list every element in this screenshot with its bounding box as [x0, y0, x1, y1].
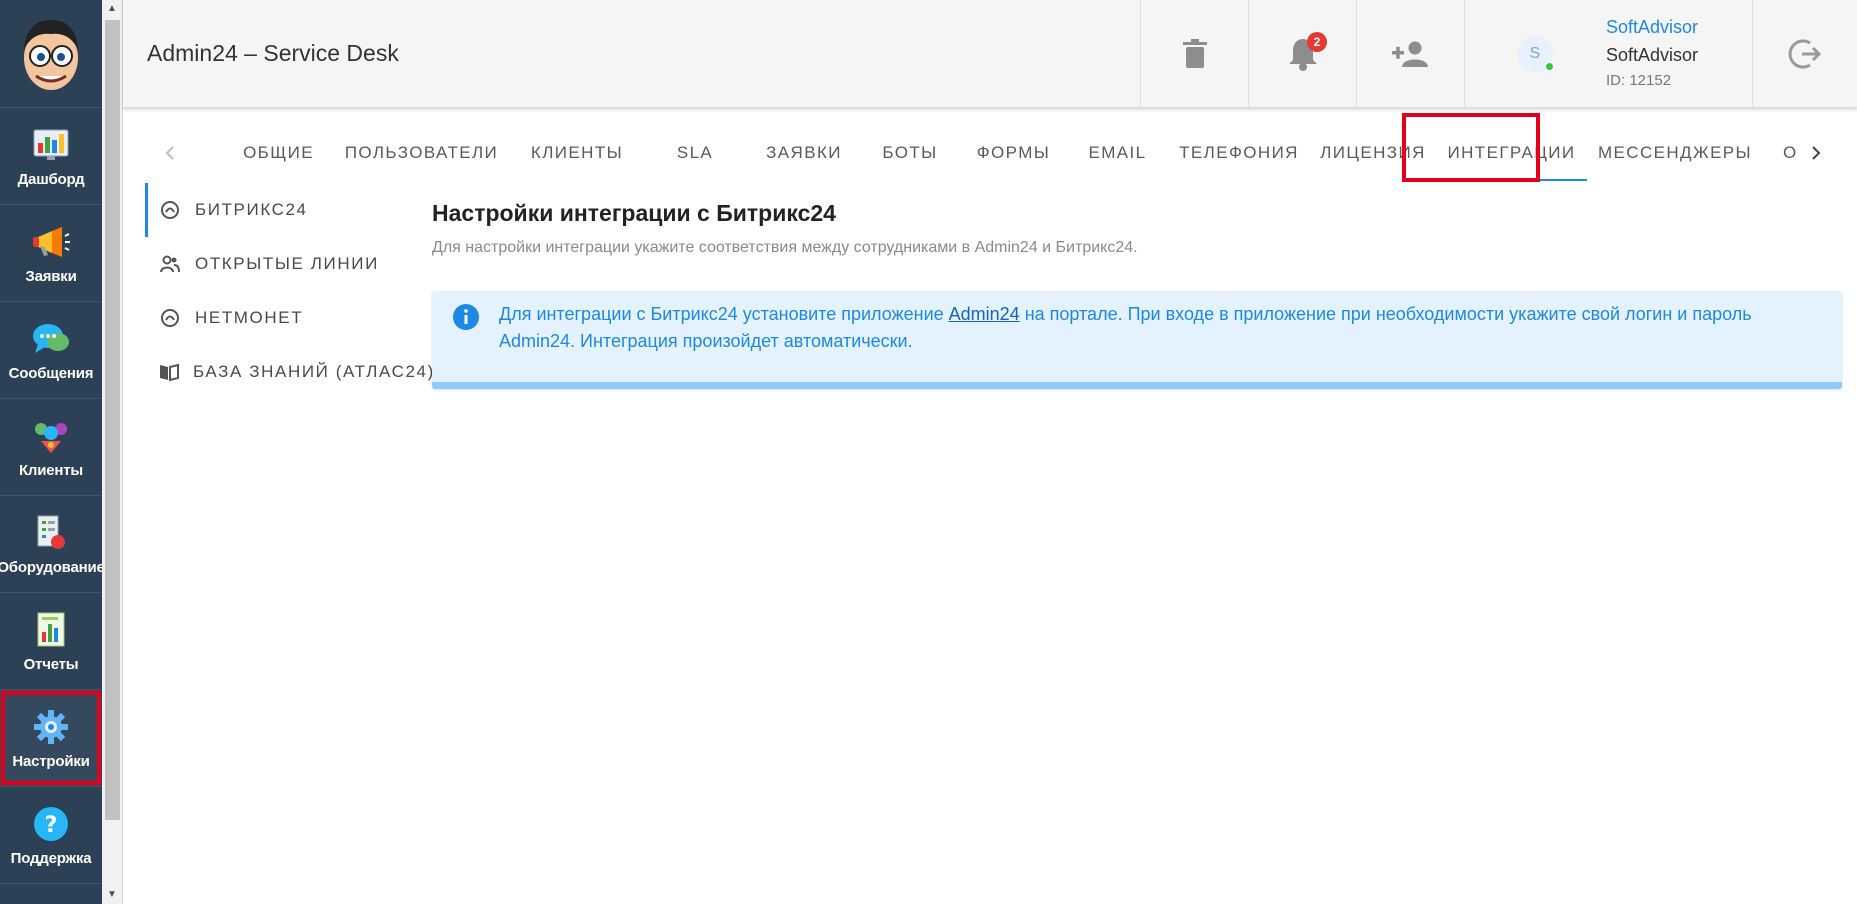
page-title: Настройки интеграции с Битрикс24: [432, 200, 836, 226]
tab-bots[interactable]: БОТЫ: [860, 125, 960, 181]
svg-text:?: ?: [45, 813, 58, 838]
trash-icon: [1182, 39, 1207, 68]
app-title: Admin24 – Service Desk: [147, 40, 399, 66]
tab-messengers[interactable]: МЕССЕНДЖЕРЫ: [1587, 125, 1763, 181]
sidebar-item-support[interactable]: ? Поддержка: [0, 787, 102, 884]
user-profile[interactable]: S SoftAdvisor SoftAdvisor ID: 12152: [1464, 0, 1752, 108]
sidebar-item-label: Клиенты: [18, 461, 84, 479]
integration-content: Настройки интеграции с Битрикс24 Для нас…: [432, 200, 1842, 389]
subnav-item-bitrix24[interactable]: БИТРИКС24: [145, 183, 415, 237]
logo[interactable]: [0, 0, 102, 108]
subnav-item-label: БАЗА ЗНАНИЙ (АТЛАС24): [193, 362, 435, 381]
tab-sla[interactable]: SLA: [642, 125, 748, 181]
scroll-down-arrow-icon[interactable]: ▼: [102, 886, 122, 904]
user-name: SoftAdvisor: [1606, 45, 1699, 65]
sidebar-item-more[interactable]: [0, 884, 102, 904]
tab-clients[interactable]: КЛИЕНТЫ: [512, 125, 642, 181]
integrations-menu: БИТРИКС24 ОТКРЫТЫЕ ЛИНИИ НЕТМОНЕТ БАЗА З…: [145, 183, 433, 399]
sidebar-item-reports[interactable]: Отчеты: [0, 593, 102, 690]
app-root: Дашборд Заявки Сообщения Клиенты Оборудо: [0, 0, 1857, 904]
sidebar-item-messages[interactable]: Сообщения: [0, 302, 102, 399]
notification-count-badge: 2: [1307, 32, 1327, 52]
avatar-letter: S: [1529, 45, 1541, 62]
subnav-item-netmonet[interactable]: НЕТМОНЕТ: [145, 291, 415, 345]
sidebar-item-dashboard[interactable]: Дашборд: [0, 108, 102, 205]
tab-telephony[interactable]: ТЕЛЕФОНИЯ: [1168, 125, 1310, 181]
tab-users[interactable]: ПОЛЬЗОВАТЕЛИ: [331, 125, 512, 181]
tab-requests[interactable]: ЗАЯВКИ: [748, 125, 860, 181]
avatar[interactable]: S: [1517, 36, 1554, 72]
subnav-item-label: БИТРИКС24: [195, 200, 308, 219]
user-id: ID: 12152: [1606, 72, 1672, 89]
people-icon: [159, 253, 181, 275]
help-icon: ?: [31, 804, 71, 844]
user-name-link[interactable]: SoftAdvisor: [1606, 17, 1698, 38]
subnav-item-label: НЕТМОНЕТ: [195, 308, 304, 327]
top-header: Admin24 – Service Desk 2 S SoftAdvisor S…: [123, 0, 1857, 108]
info-icon: [453, 304, 479, 330]
dashboard-icon: [31, 125, 71, 165]
alert-bottom-bar: [432, 382, 1842, 389]
megaphone-icon: [31, 222, 71, 262]
reports-icon: [31, 610, 71, 650]
sidebar-item-label: Поддержка: [10, 849, 92, 867]
subnav-item-open-lines[interactable]: ОТКРЫТЫЕ ЛИНИИ: [145, 237, 415, 291]
add-user-icon: [1391, 41, 1428, 67]
admin24-app-link[interactable]: Admin24: [949, 304, 1020, 324]
sidebar-item-label: Сообщения: [8, 364, 94, 382]
tab-license[interactable]: ЛИЦЕНЗИЯ: [1310, 125, 1436, 181]
bitrix-icon: [159, 307, 181, 329]
sidebar-item-label: Дашборд: [17, 170, 85, 188]
sidebar-item-requests[interactable]: Заявки: [0, 205, 102, 302]
add-user-button[interactable]: [1356, 0, 1464, 108]
scroll-up-arrow-icon[interactable]: ▲: [102, 0, 122, 18]
logout-button[interactable]: [1752, 0, 1857, 108]
online-status-dot: [1545, 62, 1554, 71]
alert-text: Для интеграции с Битрикс24 установите пр…: [499, 301, 1802, 355]
tab-open-truncated[interactable]: ОТКР: [1763, 125, 1798, 181]
equipment-icon: [31, 513, 71, 553]
chevron-left-icon: [165, 146, 174, 160]
tab-email[interactable]: EMAIL: [1067, 125, 1168, 181]
tabs-scroll-left-button[interactable]: [152, 125, 188, 181]
bitrix-icon: [159, 199, 181, 221]
sidebar-item-label: Настройки: [12, 752, 90, 770]
tab-forms[interactable]: ФОРМЫ: [960, 125, 1067, 181]
sidebar-item-equipment[interactable]: Оборудование: [0, 496, 102, 593]
sidebar-item-clients[interactable]: Клиенты: [0, 399, 102, 496]
notifications-button[interactable]: 2: [1248, 0, 1356, 108]
sidebar-item-label: Заявки: [25, 267, 77, 285]
tabs-strip: ОБЩИЕ ПОЛЬЗОВАТЕЛИ КЛИЕНТЫ SLA ЗАЯВКИ БО…: [188, 125, 1798, 181]
alert-text-before: Для интеграции с Битрикс24 установите пр…: [499, 304, 949, 324]
scrollbar-thumb[interactable]: [105, 20, 120, 820]
sidebar-item-settings[interactable]: Настройки: [0, 690, 102, 787]
settings-tabs: ОБЩИЕ ПОЛЬЗОВАТЕЛИ КЛИЕНТЫ SLA ЗАЯВКИ БО…: [152, 125, 1834, 181]
sidebar: Дашборд Заявки Сообщения Клиенты Оборудо: [0, 0, 102, 904]
sidebar-scrollbar[interactable]: ▲ ▼: [102, 0, 123, 904]
tab-integrations[interactable]: ИНТЕГРАЦИИ: [1436, 125, 1587, 181]
subnav-item-label: ОТКРЫТЫЕ ЛИНИИ: [195, 254, 379, 273]
sidebar-item-label: Оборудование: [0, 558, 102, 576]
chat-bubbles-icon: [31, 319, 71, 359]
tabs-scroll-right-button[interactable]: [1798, 125, 1834, 181]
info-alert: Для интеграции с Битрикс24 установите пр…: [432, 291, 1842, 389]
sidebar-item-label: Отчеты: [23, 655, 79, 673]
trash-button[interactable]: [1140, 0, 1248, 108]
mascot-logo-icon: [24, 19, 78, 90]
page-subtitle: Для настройки интеграции укажите соответ…: [432, 239, 1138, 256]
clients-icon: [31, 416, 71, 456]
gear-icon: [31, 707, 71, 747]
subnav-item-knowledge-base[interactable]: БАЗА ЗНАНИЙ (АТЛАС24): [145, 345, 433, 399]
tab-general[interactable]: ОБЩИЕ: [226, 125, 331, 181]
book-icon: [159, 361, 179, 383]
logout-icon: [1788, 39, 1822, 69]
chevron-right-icon: [1812, 146, 1821, 160]
